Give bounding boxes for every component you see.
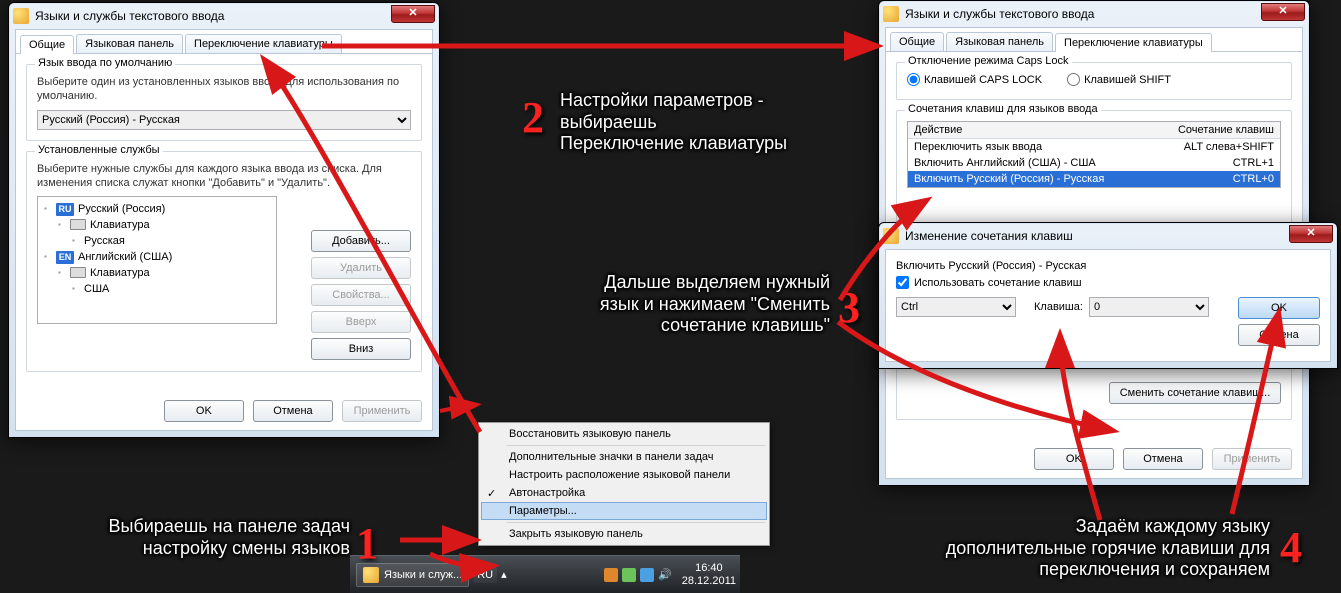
window-title: Изменение сочетания клавиш (905, 229, 1073, 243)
left-dialog-window: Языки и службы текстового ввода ✕ Общие … (8, 2, 440, 438)
ctx-close[interactable]: Закрыть языковую панель (481, 525, 767, 543)
change-titlebar[interactable]: Изменение сочетания клавиш ✕ (879, 223, 1337, 249)
volume-icon[interactable]: 🔊 (658, 568, 672, 581)
tab-general[interactable]: Общие (890, 32, 944, 51)
window-title: Языки и службы текстового ввода (35, 9, 224, 23)
tray-icon[interactable] (640, 568, 654, 582)
annotation-step3: Дальше выделяем нужный язык и нажимаем "… (540, 272, 830, 337)
key-label: Клавиша: (1034, 301, 1083, 313)
default-lang-legend: Язык ввода по умолчанию (35, 57, 175, 69)
hotkey-row[interactable]: Переключить язык ввода ALT слева+SHIFT (908, 139, 1280, 155)
langbar-context-menu: Восстановить языковую панель Дополнитель… (478, 422, 770, 546)
ok-button[interactable]: OK (164, 400, 244, 422)
modifier-select[interactable]: Ctrl (896, 297, 1016, 317)
close-icon[interactable]: ✕ (1261, 3, 1305, 21)
hotkey-list[interactable]: Действие Сочетание клавиш Переключить яз… (907, 121, 1281, 188)
col-action: Действие (914, 124, 1154, 136)
add-button[interactable]: Добавить... (311, 230, 411, 252)
close-icon[interactable]: ✕ (1289, 225, 1333, 243)
ru-badge-icon: RU (56, 203, 74, 216)
taskbar: Языки и служ... RU ▴ 🔊 16:40 28.12.2011 (350, 555, 740, 593)
tree-en[interactable]: ENАнглийский (США) Клавиатура США (42, 249, 272, 297)
annotation-step4: Задаём каждому языку дополнительные горя… (800, 516, 1270, 581)
en-badge-icon: EN (56, 251, 74, 264)
apply-button[interactable]: Применить (342, 400, 422, 422)
tab-general[interactable]: Общие (20, 35, 74, 54)
annotation-step1: Выбираешь на панеле задач настройку смен… (20, 516, 350, 559)
capslock-group: Отключение режима Caps Lock Клавишей CAP… (896, 62, 1292, 100)
left-titlebar[interactable]: Языки и службы текстового ввода ✕ (9, 3, 439, 29)
step-number-4: 4 (1280, 522, 1302, 573)
lang-indicator[interactable]: RU (473, 567, 497, 583)
close-icon[interactable]: ✕ (391, 5, 435, 23)
tab-keyboard-switch[interactable]: Переключение клавиатуры (185, 34, 342, 53)
ctx-layout[interactable]: Настроить расположение языковой панели (481, 466, 767, 484)
tree-en-layout[interactable]: США (70, 281, 272, 297)
tray-expand-icon[interactable]: ▴ (501, 568, 507, 581)
tab-keyboard-switch[interactable]: Переключение клавиатуры (1055, 33, 1212, 52)
taskbar-clock[interactable]: 16:40 28.12.2011 (682, 562, 736, 586)
default-lang-group: Язык ввода по умолчанию Выберите один из… (26, 64, 422, 141)
step-number-1: 1 (356, 518, 378, 569)
services-legend: Установленные службы (35, 144, 163, 156)
app-icon (883, 6, 899, 22)
services-help: Выберите нужные службы для каждого языка… (37, 162, 411, 191)
hotkeys-legend: Сочетания клавиш для языков ввода (905, 103, 1101, 115)
step-number-3: 3 (838, 282, 860, 333)
tray-icon[interactable] (622, 568, 636, 582)
cancel-button[interactable]: Отмена (253, 400, 333, 422)
props-button[interactable]: Свойства... (311, 284, 411, 306)
capslock-legend: Отключение режима Caps Lock (905, 55, 1072, 67)
down-button[interactable]: Вниз (311, 338, 411, 360)
ctx-extra-icons[interactable]: Дополнительные значки в панели задач (481, 448, 767, 466)
tab-langbar[interactable]: Языковая панель (946, 32, 1053, 51)
hotkey-row[interactable]: Включить Английский (США) - США CTRL+1 (908, 155, 1280, 171)
keyboard-icon (70, 219, 86, 230)
tray-icon[interactable] (604, 568, 618, 582)
check-icon: ✓ (487, 487, 496, 500)
tab-langbar[interactable]: Языковая панель (76, 34, 183, 53)
apply-button[interactable]: Применить (1212, 448, 1292, 470)
ctx-auto[interactable]: ✓Автонастройка (481, 484, 767, 502)
col-shortcut: Сочетание клавиш (1154, 124, 1274, 136)
ctx-params[interactable]: Параметры... (481, 502, 767, 520)
tree-ru-kb[interactable]: Клавиатура Русская (56, 217, 272, 249)
key-select[interactable]: 0 (1089, 297, 1209, 317)
cancel-button[interactable]: Отмена (1238, 324, 1320, 346)
annotation-step2: Настройки параметров - выбираешь Переклю… (560, 90, 787, 155)
tree-ru-layout[interactable]: Русская (70, 233, 272, 249)
remove-button[interactable]: Удалить (311, 257, 411, 279)
up-button[interactable]: Вверх (311, 311, 411, 333)
tree-ru[interactable]: RUРусский (Россия) Клавиатура Русская (42, 201, 272, 249)
change-shortcut-button[interactable]: Сменить сочетание клавиш... (1109, 382, 1281, 404)
tree-en-kb[interactable]: Клавиатура США (56, 265, 272, 297)
step-number-2: 2 (522, 92, 544, 143)
hotkey-row-selected[interactable]: Включить Русский (Россия) - Русская CTRL… (908, 171, 1280, 187)
caps-radio-shift[interactable]: Клавишей SHIFT (1067, 73, 1171, 86)
ctx-restore[interactable]: Восстановить языковую панель (481, 425, 767, 443)
app-icon (13, 8, 29, 24)
cancel-button[interactable]: Отмена (1123, 448, 1203, 470)
window-title: Языки и службы текстового ввода (905, 7, 1094, 21)
app-icon (883, 228, 899, 244)
keyboard-icon (70, 267, 86, 278)
right-titlebar[interactable]: Языки и службы текстового ввода ✕ (879, 1, 1309, 27)
ok-button[interactable]: OK (1238, 297, 1320, 319)
default-lang-help: Выберите один из установленных языков вв… (37, 75, 411, 104)
change-hotkey-dialog: Изменение сочетания клавиш ✕ Включить Ру… (878, 222, 1338, 369)
change-lang-label: Включить Русский (Россия) - Русская (896, 260, 1320, 272)
ok-button[interactable]: OK (1034, 448, 1114, 470)
use-shortcut-checkbox[interactable]: Использовать сочетание клавиш (896, 276, 1320, 289)
services-group: Установленные службы Выберите нужные слу… (26, 151, 422, 373)
caps-radio-capslock[interactable]: Клавишей CAPS LOCK (907, 73, 1042, 86)
default-lang-select[interactable]: Русский (Россия) - Русская (37, 110, 411, 130)
lang-tree[interactable]: RUРусский (Россия) Клавиатура Русская EN… (37, 196, 277, 324)
